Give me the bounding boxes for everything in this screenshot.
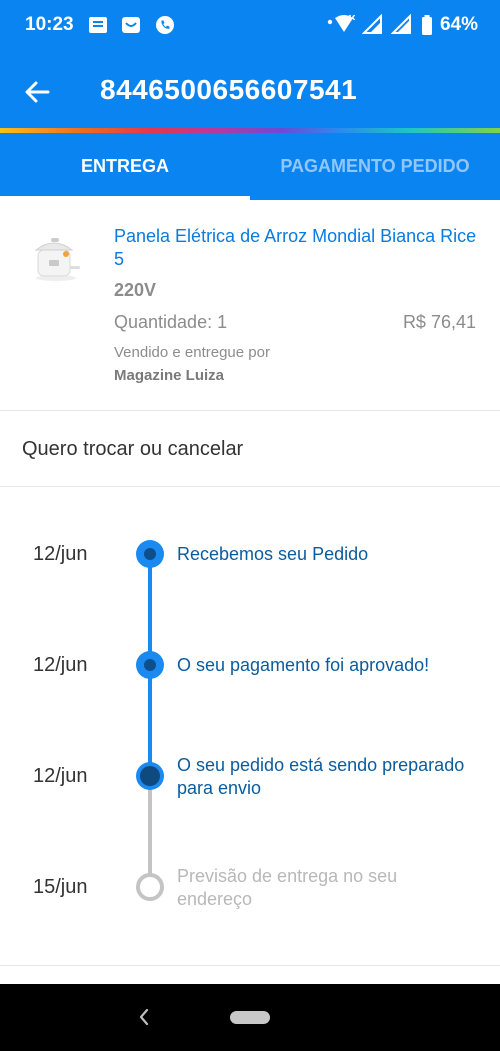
order-number: 8446500656607541 — [100, 74, 358, 105]
status-bar: 10:23 4G+ — [0, 0, 500, 52]
status-time: 10:23 — [25, 14, 74, 35]
timeline-text: O seu pagamento foi aprovado! — [177, 655, 430, 675]
timeline-text: O seu pedido está sendo preparado para e… — [177, 755, 465, 798]
wifi-icon: 4G+ — [327, 14, 363, 32]
timeline-date: 12/jun — [33, 543, 88, 565]
product-price: R$ 76,41 — [402, 312, 476, 332]
tab-bar: ENTREGA PAGAMENTO PEDIDO — [0, 133, 500, 200]
sold-by-store: Magazine Luiza — [114, 367, 225, 384]
signal-icon-2 — [390, 13, 412, 34]
timeline-date: 15/jun — [33, 876, 88, 898]
mail-icon — [122, 17, 141, 33]
product-quantity: Quantidade: 1 — [114, 312, 228, 332]
tab-entrega[interactable]: ENTREGA — [0, 133, 250, 200]
timeline-dot-done — [136, 651, 164, 679]
tab-pagamento-pedido[interactable]: PAGAMENTO PEDIDO — [250, 133, 500, 200]
timeline-dot-current — [136, 762, 164, 790]
product-variant: 220V — [114, 280, 157, 300]
timeline-dot-done — [136, 540, 164, 568]
rice-cooker-image — [34, 238, 80, 281]
timeline-line-pending — [148, 776, 152, 887]
timeline-text: Previsão de entrega no seu endereço — [177, 866, 398, 909]
sold-by-label: Vendido e entregue por — [114, 344, 270, 361]
exchange-cancel-label: Quero trocar ou cancelar — [22, 438, 244, 460]
exchange-cancel-row[interactable]: Quero trocar ou cancelar — [0, 411, 500, 487]
phone-icon — [155, 16, 174, 34]
network-type: 4G+ — [347, 14, 355, 22]
arrow-left-icon[interactable] — [22, 76, 54, 108]
timeline-date: 12/jun — [33, 654, 88, 676]
nav-home-pill[interactable] — [230, 1011, 270, 1024]
timeline-text: Recebemos seu Pedido — [177, 544, 369, 564]
battery-icon — [421, 15, 432, 35]
status-app-icons — [88, 15, 184, 35]
signal-icon — [361, 13, 383, 34]
timeline-dot-pending — [136, 873, 164, 901]
status-right: 4G+ 64% — [325, 13, 478, 36]
product-name[interactable]: Panela Elétrica de Arroz Mondial Bianca … — [114, 225, 484, 271]
app-bar: 8446500656607541 — [0, 52, 500, 130]
message-icon — [89, 17, 107, 33]
battery-level: 64% — [439, 14, 478, 35]
delivery-timeline: 12/jun Recebemos seu Pedido 12/jun O seu… — [0, 487, 500, 966]
nav-back-icon[interactable] — [134, 1005, 154, 1029]
timeline-date: 12/jun — [33, 765, 88, 787]
system-nav-bar — [0, 984, 500, 1051]
product-card: Panela Elétrica de Arroz Mondial Bianca … — [0, 200, 500, 411]
